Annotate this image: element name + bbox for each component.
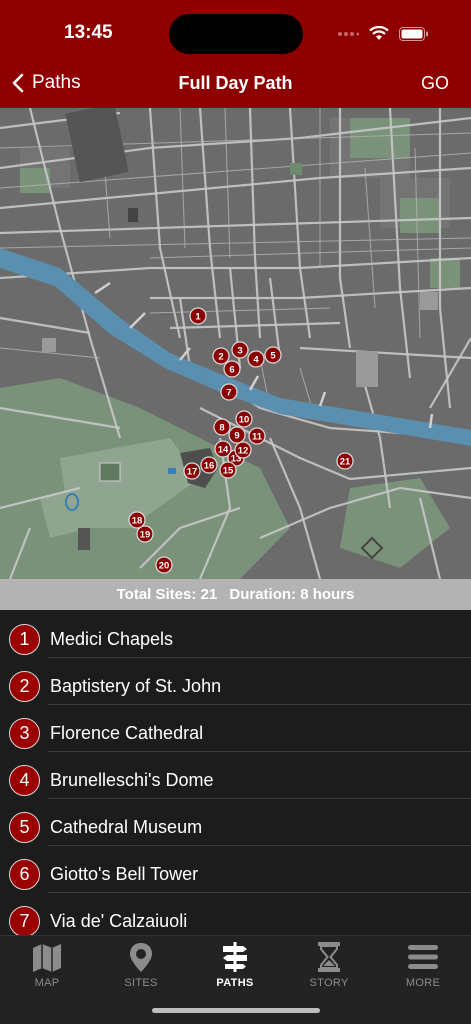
site-number-badge: 4: [9, 765, 40, 796]
tab-label: STORY: [309, 977, 349, 989]
list-item[interactable]: 1 Medici Chapels: [0, 610, 471, 658]
svg-text:16: 16: [204, 461, 215, 472]
signal-dots-icon: [338, 31, 359, 36]
signpost-icon: [223, 942, 247, 972]
svg-text:7: 7: [226, 388, 231, 399]
map-marker[interactable]: 8: [213, 418, 231, 436]
list-item[interactable]: 6 Giotto's Bell Tower: [0, 845, 471, 893]
status-bar: 13:45: [0, 0, 471, 62]
site-name: Brunelleschi's Dome: [50, 770, 214, 790]
svg-text:19: 19: [140, 530, 151, 541]
site-name: Giotto's Bell Tower: [50, 864, 199, 884]
tab-map[interactable]: MAP: [0, 940, 94, 989]
map-marker[interactable]: 18: [128, 511, 146, 529]
map-marker[interactable]: 6: [223, 360, 241, 378]
map-marker[interactable]: 7: [220, 383, 238, 401]
svg-text:8: 8: [219, 423, 224, 434]
tab-label: SITES: [124, 977, 158, 989]
map-marker[interactable]: 19: [136, 525, 154, 543]
map-marker[interactable]: 14: [214, 440, 232, 458]
map-marker[interactable]: 20: [155, 556, 173, 574]
svg-text:11: 11: [252, 432, 263, 443]
svg-text:12: 12: [238, 446, 249, 457]
svg-text:18: 18: [132, 516, 143, 527]
battery-icon: [399, 26, 428, 41]
map-marker[interactable]: 2: [212, 347, 230, 365]
map-marker[interactable]: 21: [336, 452, 354, 470]
map-marker[interactable]: 17: [183, 462, 201, 480]
svg-text:20: 20: [159, 561, 170, 572]
map-marker[interactable]: 10: [235, 410, 253, 428]
list-item[interactable]: 3 Florence Cathedral: [0, 704, 471, 752]
total-sites-label: Total Sites: 21: [116, 586, 218, 603]
site-number-badge: 7: [9, 906, 40, 935]
dynamic-island: [169, 14, 303, 54]
svg-text:9: 9: [234, 431, 239, 442]
site-number-badge: 6: [9, 859, 40, 890]
tab-label: MAP: [34, 977, 60, 989]
map-marker[interactable]: 12: [234, 441, 252, 459]
tab-sites[interactable]: SITES: [94, 940, 188, 989]
svg-text:4: 4: [253, 355, 259, 366]
site-name: Baptistery of St. John: [50, 676, 222, 696]
svg-text:15: 15: [223, 466, 234, 477]
site-number-badge: 5: [9, 812, 40, 843]
map-canvas[interactable]: 1 2 3 4 5 6 7 8 9 10 11 13 12 14 15 16 1…: [0, 108, 471, 579]
map-marker[interactable]: 16: [200, 456, 218, 474]
tab-more[interactable]: MORE: [376, 940, 470, 989]
svg-text:3: 3: [237, 346, 242, 357]
svg-text:2: 2: [218, 352, 223, 363]
map-marker[interactable]: 15: [219, 461, 237, 479]
svg-text:14: 14: [218, 445, 229, 456]
list-item[interactable]: 2 Baptistery of St. John: [0, 657, 471, 705]
hourglass-icon: [318, 942, 340, 972]
site-list[interactable]: 1 Medici Chapels 2 Baptistery of St. Joh…: [0, 610, 471, 935]
svg-text:1: 1: [195, 312, 201, 323]
path-summary-bar: Total Sites: 21 Duration: 8 hours: [0, 579, 471, 610]
navigation-bar: Paths Full Day Path GO: [0, 62, 471, 108]
list-item[interactable]: 5 Cathedral Museum: [0, 798, 471, 846]
duration-label: Duration: 8 hours: [229, 586, 355, 603]
map-view[interactable]: 1 2 3 4 5 6 7 8 9 10 11 13 12 14 15 16 1…: [0, 108, 471, 579]
map-marker[interactable]: 1: [189, 307, 207, 325]
list-item[interactable]: 4 Brunelleschi's Dome: [0, 751, 471, 799]
tab-paths[interactable]: PATHS: [188, 940, 282, 989]
svg-text:5: 5: [270, 351, 276, 362]
map-marker[interactable]: 5: [264, 346, 282, 364]
map-icon: [33, 944, 61, 972]
page-title: Full Day Path: [178, 73, 293, 93]
svg-text:10: 10: [239, 415, 250, 426]
svg-text:6: 6: [229, 365, 234, 376]
list-item[interactable]: 7 Via de' Calzaiuoli: [0, 892, 471, 935]
map-marker[interactable]: 11: [248, 427, 266, 445]
site-name: Florence Cathedral: [50, 723, 204, 743]
status-icons: [337, 26, 429, 41]
map-marker[interactable]: 9: [228, 426, 246, 444]
site-number-badge: 3: [9, 718, 40, 749]
location-pin-icon: [130, 943, 152, 972]
site-number-badge: 2: [9, 671, 40, 702]
site-number-badge: 1: [9, 624, 40, 655]
home-indicator[interactable]: [152, 1008, 320, 1013]
site-name: Medici Chapels: [50, 629, 174, 649]
menu-icon: [408, 945, 438, 969]
tab-label: MORE: [405, 977, 441, 989]
wifi-icon: [369, 26, 389, 40]
site-name: Via de' Calzaiuoli: [50, 911, 188, 931]
status-time: 13:45: [64, 22, 113, 43]
go-button[interactable]: GO: [421, 73, 449, 94]
svg-text:21: 21: [340, 457, 351, 468]
svg-text:17: 17: [187, 467, 198, 478]
map-marker[interactable]: 4: [247, 350, 265, 368]
map-marker[interactable]: 3: [231, 341, 249, 359]
site-name: Cathedral Museum: [50, 817, 203, 837]
tab-story[interactable]: STORY: [282, 940, 376, 989]
tab-label: PATHS: [216, 977, 254, 989]
